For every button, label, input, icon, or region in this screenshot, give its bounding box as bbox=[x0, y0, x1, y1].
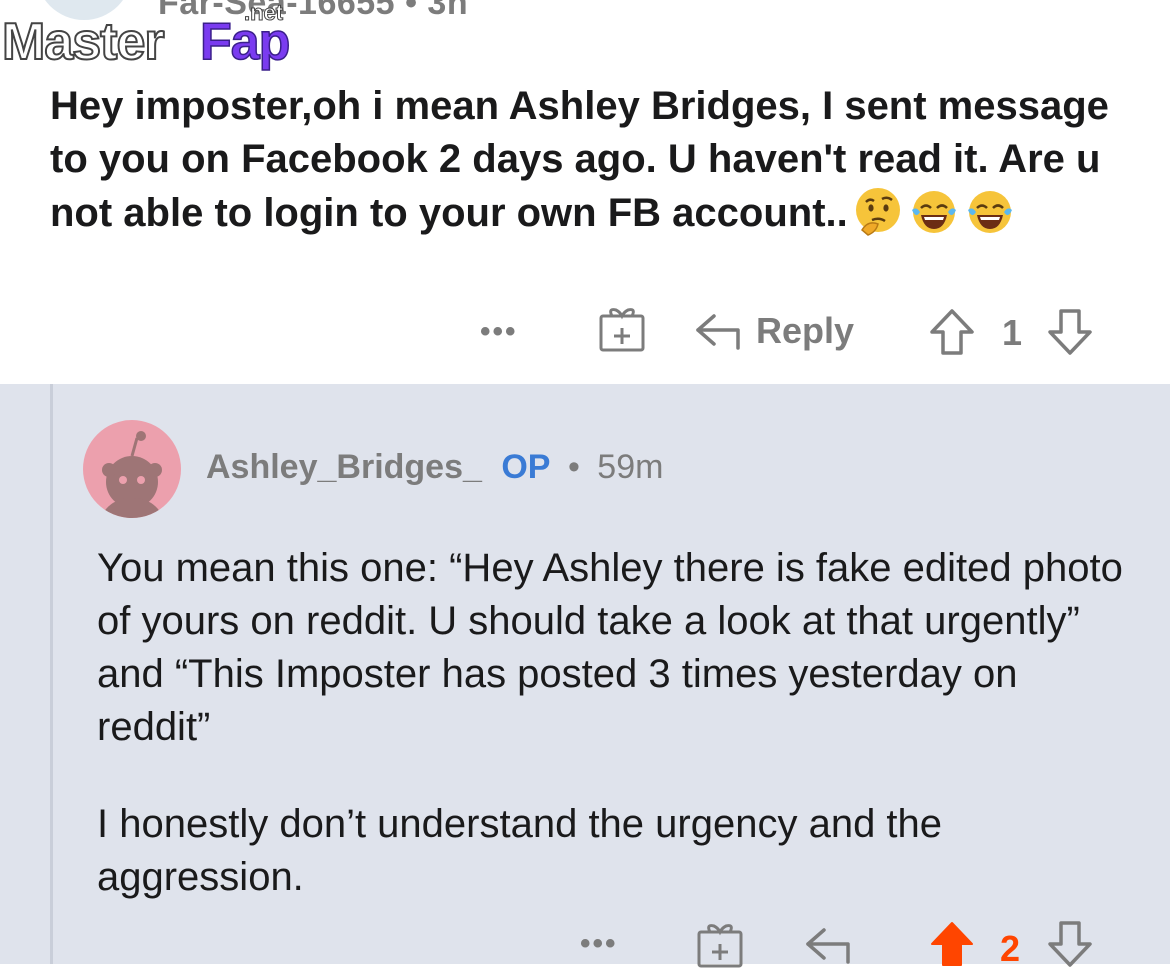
comment-action-bar: ••• bbox=[580, 914, 618, 974]
comment-action-bar: ••• bbox=[480, 302, 518, 362]
upvote-arrow-icon[interactable] bbox=[928, 920, 976, 973]
top-comment: Far-Sea-16655 • 3h Master Fap .net Hey i… bbox=[0, 0, 1170, 384]
comment-body: You mean this one: “Hey Ashley there is … bbox=[97, 542, 1137, 948]
comment-age: 59m bbox=[597, 448, 664, 486]
downvote-arrow-icon[interactable] bbox=[1046, 308, 1094, 361]
reply-button[interactable]: Reply bbox=[756, 310, 854, 352]
vote-count: 1 bbox=[1002, 312, 1023, 353]
award-gift-icon[interactable] bbox=[598, 306, 646, 359]
watermark-master: Master bbox=[1, 12, 166, 72]
comment-body: Hey imposter,oh i mean Ashley Bridges, I… bbox=[50, 80, 1130, 240]
comment-paragraph: You mean this one: “Hey Ashley there is … bbox=[97, 546, 1123, 749]
watermark-net: .net bbox=[243, 0, 284, 26]
more-options-button[interactable]: ••• bbox=[480, 315, 518, 349]
reply-arrow-icon[interactable] bbox=[804, 926, 852, 971]
op-badge: OP bbox=[501, 448, 551, 486]
snoo-avatar-icon bbox=[102, 431, 162, 518]
avatar[interactable] bbox=[83, 420, 181, 518]
watermark-logo: Master Fap .net bbox=[0, 0, 310, 78]
thinking-face-emoji-icon bbox=[852, 186, 904, 238]
award-gift-icon[interactable] bbox=[696, 922, 744, 975]
reply-comment: Ashley_Bridges_ OP • 59m You mean this o… bbox=[0, 384, 1170, 969]
meta-separator: • bbox=[405, 0, 418, 22]
comment-username[interactable]: Ashley_Bridges_ bbox=[206, 448, 482, 486]
tears-of-joy-emoji-icon bbox=[964, 186, 1016, 238]
thread-line[interactable] bbox=[50, 384, 53, 964]
upvote-arrow-icon[interactable] bbox=[928, 308, 976, 361]
reply-author-line: Ashley_Bridges_ OP • 59m bbox=[206, 448, 663, 487]
tears-of-joy-emoji-icon bbox=[908, 186, 960, 238]
comment-paragraph: I honestly don’t understand the urgency … bbox=[97, 802, 943, 899]
downvote-arrow-icon[interactable] bbox=[1046, 920, 1094, 973]
comment-age: 3h bbox=[427, 0, 469, 22]
meta-separator: • bbox=[567, 448, 580, 486]
reply-arrow-icon[interactable] bbox=[694, 312, 742, 357]
more-options-button[interactable]: ••• bbox=[580, 927, 618, 961]
